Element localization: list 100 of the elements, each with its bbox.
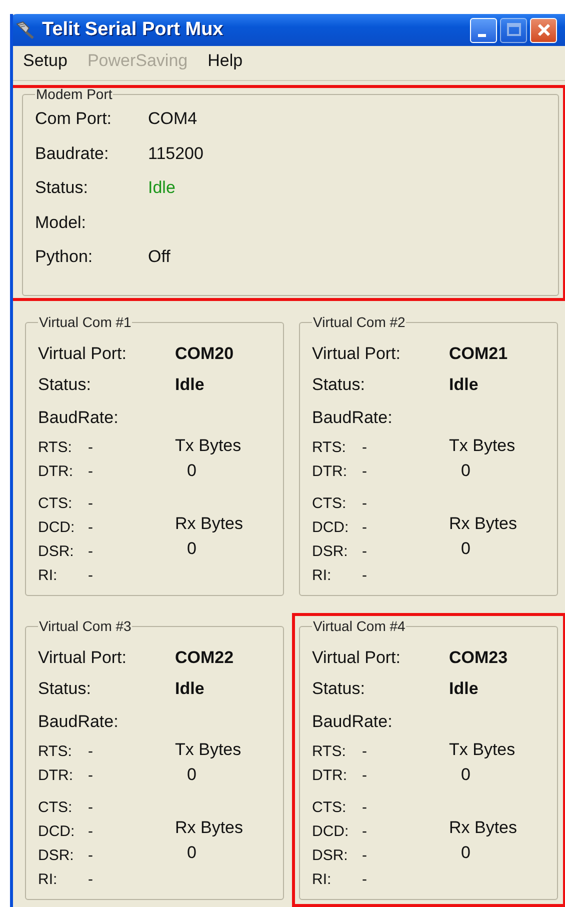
minimize-icon bbox=[478, 34, 486, 36]
field-value: Idle bbox=[449, 374, 478, 394]
field-label: Model: bbox=[35, 212, 88, 233]
field-value: Idle bbox=[175, 678, 204, 698]
counter-label: Tx Bytes bbox=[449, 740, 516, 761]
signal-label: DCD: bbox=[312, 823, 350, 841]
field-label: Baudrate: bbox=[35, 144, 110, 164]
counter-label: Rx Bytes bbox=[175, 514, 244, 535]
signal-label: DSR: bbox=[38, 543, 75, 561]
signal-label: RI: bbox=[312, 871, 332, 889]
minimize-button[interactable] bbox=[470, 18, 497, 42]
signal-value: - bbox=[362, 767, 367, 785]
field-value: Idle bbox=[449, 678, 478, 698]
counter-label: Tx Bytes bbox=[175, 436, 242, 457]
signal-label: RTS: bbox=[312, 743, 347, 761]
field-value: COM23 bbox=[449, 648, 508, 668]
signal-value: - bbox=[88, 495, 93, 513]
field-value: COM21 bbox=[449, 344, 508, 364]
signal-value: - bbox=[88, 743, 93, 761]
field-label: Virtual Port: bbox=[38, 344, 128, 364]
field-label: Python: bbox=[35, 247, 94, 268]
signal-label: DTR: bbox=[312, 767, 348, 785]
counter-label: Rx Bytes bbox=[449, 818, 518, 839]
field-value: COM4 bbox=[148, 109, 198, 130]
signal-label: DCD: bbox=[312, 519, 350, 537]
signal-value: - bbox=[362, 567, 367, 585]
field-label: Virtual Port: bbox=[38, 648, 128, 668]
signal-value: - bbox=[362, 439, 367, 457]
signal-value: - bbox=[362, 519, 367, 537]
field-label: Com Port: bbox=[35, 109, 113, 130]
group-title: Virtual Com #2 bbox=[312, 314, 406, 330]
field-label: Status: bbox=[35, 178, 89, 198]
group-title: Virtual Com #4 bbox=[312, 618, 406, 634]
counter-label: Tx Bytes bbox=[175, 740, 242, 761]
signal-value: - bbox=[88, 847, 93, 865]
close-button[interactable] bbox=[530, 18, 557, 42]
group-title: Virtual Com #1 bbox=[38, 314, 132, 330]
field-label: Status: bbox=[38, 678, 92, 698]
signal-label: RI: bbox=[38, 871, 58, 889]
counter-value: 0 bbox=[460, 539, 472, 559]
field-value: COM20 bbox=[175, 344, 234, 364]
field-label: BaudRate: bbox=[312, 408, 394, 428]
field-value: Idle bbox=[175, 374, 204, 394]
counter-value: 0 bbox=[186, 461, 198, 481]
signal-value: - bbox=[88, 799, 93, 817]
field-value: COM22 bbox=[175, 648, 234, 668]
signal-label: RTS: bbox=[38, 743, 73, 761]
field-label: Status: bbox=[312, 678, 366, 698]
signal-label: DSR: bbox=[312, 847, 349, 865]
counter-value: 0 bbox=[460, 765, 472, 785]
field-label: Virtual Port: bbox=[312, 648, 402, 668]
signal-label: RI: bbox=[38, 567, 58, 585]
group-title: Virtual Com #3 bbox=[38, 618, 132, 634]
signal-value: - bbox=[88, 463, 93, 481]
signal-label: RTS: bbox=[312, 439, 347, 457]
group-title: Modem Port bbox=[35, 86, 114, 102]
signal-label: RTS: bbox=[38, 439, 73, 457]
signal-value: - bbox=[362, 543, 367, 561]
counter-value: 0 bbox=[186, 843, 198, 863]
plug-icon bbox=[14, 20, 36, 40]
counter-label: Rx Bytes bbox=[449, 514, 518, 535]
counter-value: 0 bbox=[460, 461, 472, 481]
signal-label: DSR: bbox=[38, 847, 75, 865]
signal-value: - bbox=[88, 439, 93, 457]
signal-value: - bbox=[88, 871, 93, 889]
signal-value: - bbox=[362, 847, 367, 865]
field-label: Virtual Port: bbox=[312, 344, 402, 364]
menu-item[interactable]: Help bbox=[208, 51, 243, 75]
signal-label: CTS: bbox=[312, 495, 348, 513]
menu-item[interactable]: Setup bbox=[23, 51, 68, 75]
signal-value: - bbox=[362, 871, 367, 889]
signal-label: CTS: bbox=[312, 799, 348, 817]
signal-label: DTR: bbox=[38, 463, 74, 481]
field-label: Status: bbox=[38, 374, 92, 394]
signal-value: - bbox=[88, 823, 93, 841]
signal-label: CTS: bbox=[38, 799, 74, 817]
signal-value: - bbox=[362, 743, 367, 761]
signal-value: - bbox=[362, 799, 367, 817]
signal-value: - bbox=[362, 823, 367, 841]
field-label: BaudRate: bbox=[312, 712, 394, 732]
signal-label: CTS: bbox=[38, 495, 74, 513]
signal-value: - bbox=[88, 567, 93, 585]
counter-value: 0 bbox=[186, 765, 198, 785]
field-label: Status: bbox=[312, 374, 366, 394]
signal-value: - bbox=[88, 543, 93, 561]
signal-value: - bbox=[88, 767, 93, 785]
signal-value: - bbox=[88, 519, 93, 537]
counter-value: 0 bbox=[460, 843, 472, 863]
signal-label: DTR: bbox=[38, 767, 74, 785]
signal-label: DCD: bbox=[38, 519, 76, 537]
signal-label: DCD: bbox=[38, 823, 76, 841]
counter-label: Rx Bytes bbox=[175, 818, 244, 839]
signal-value: - bbox=[362, 463, 367, 481]
field-value: Idle bbox=[148, 178, 176, 198]
counter-label: Tx Bytes bbox=[449, 436, 516, 457]
field-label: BaudRate: bbox=[38, 712, 120, 732]
field-label: BaudRate: bbox=[38, 408, 120, 428]
window-title: Telit Serial Port Mux bbox=[42, 19, 224, 41]
field-value: Off bbox=[148, 247, 170, 268]
signal-value: - bbox=[362, 495, 367, 513]
